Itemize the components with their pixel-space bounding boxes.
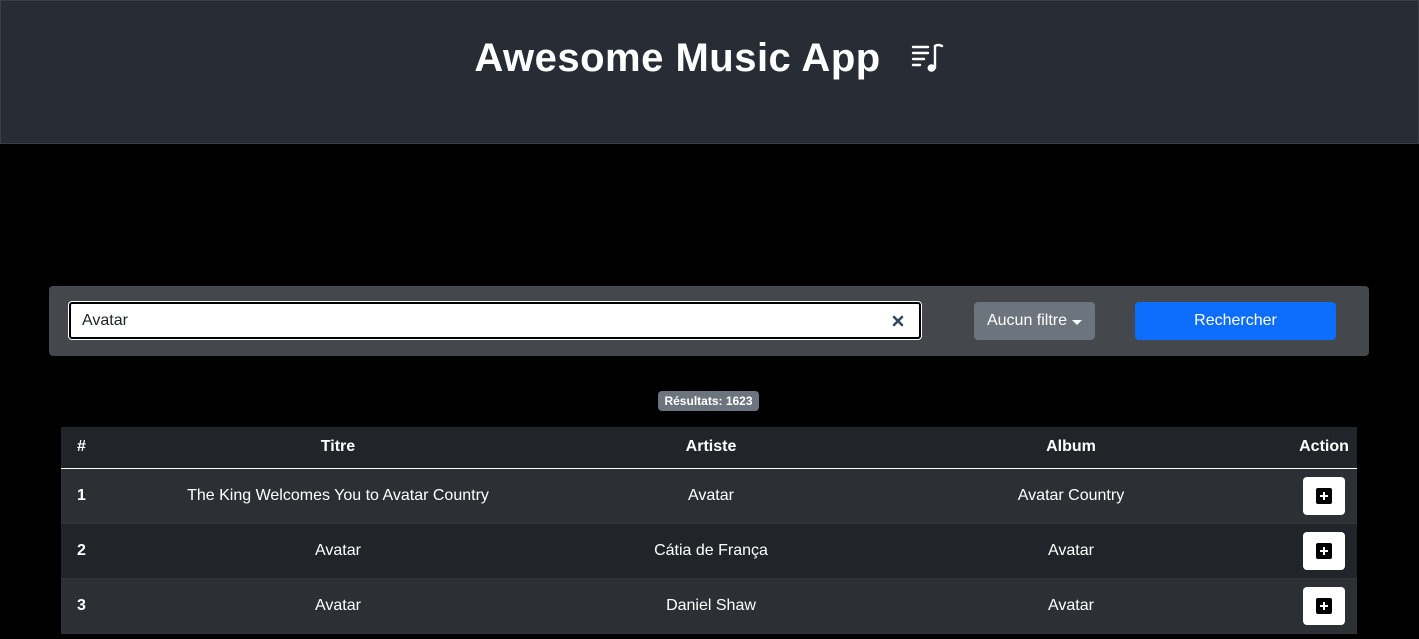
add-track-button[interactable] bbox=[1303, 476, 1345, 515]
search-box bbox=[69, 302, 921, 339]
filter-dropdown-button[interactable]: Aucun filtre bbox=[974, 302, 1095, 340]
track-artist: Avatar bbox=[571, 468, 851, 524]
table-header-row: # Titre Artiste Album Action bbox=[61, 427, 1357, 469]
column-header-artist: Artiste bbox=[571, 427, 851, 469]
row-number: 1 bbox=[61, 468, 105, 524]
row-number: 3 bbox=[61, 578, 105, 634]
plus-square-icon bbox=[1316, 597, 1332, 614]
row-number: 2 bbox=[61, 523, 105, 579]
track-album: Avatar bbox=[851, 523, 1291, 579]
caret-down-icon bbox=[1072, 319, 1083, 325]
music-playlist-icon bbox=[911, 42, 945, 74]
plus-square-icon bbox=[1316, 542, 1332, 559]
column-header-number: # bbox=[61, 427, 105, 469]
search-panel: Aucun filtre Rechercher bbox=[49, 286, 1369, 356]
add-track-button[interactable] bbox=[1303, 586, 1345, 625]
table-row: 1 The King Welcomes You to Avatar Countr… bbox=[61, 468, 1357, 524]
app-header: Awesome Music App bbox=[0, 0, 1419, 144]
row-action-cell bbox=[1291, 578, 1357, 634]
track-artist: Cátia de França bbox=[571, 523, 851, 579]
row-action-cell bbox=[1291, 523, 1357, 579]
add-track-button[interactable] bbox=[1303, 531, 1345, 570]
plus-square-icon bbox=[1316, 487, 1332, 504]
table-row: 3 Avatar Daniel Shaw Avatar bbox=[61, 578, 1357, 634]
search-input[interactable] bbox=[71, 304, 883, 337]
column-header-title: Titre bbox=[105, 427, 571, 469]
results-table: # Titre Artiste Album Action 1 The King … bbox=[61, 427, 1357, 634]
column-header-album: Album bbox=[851, 427, 1291, 469]
track-album: Avatar Country bbox=[851, 468, 1291, 524]
track-album: Avatar bbox=[851, 578, 1291, 634]
close-icon[interactable] bbox=[883, 306, 913, 336]
track-title: The King Welcomes You to Avatar Country bbox=[105, 468, 571, 524]
search-button[interactable]: Rechercher bbox=[1135, 302, 1336, 340]
app-title: Awesome Music App bbox=[474, 35, 881, 80]
column-header-action: Action bbox=[1291, 427, 1357, 469]
row-action-cell bbox=[1291, 468, 1357, 524]
table-row: 2 Avatar Cátia de França Avatar bbox=[61, 523, 1357, 579]
track-title: Avatar bbox=[105, 523, 571, 579]
track-title: Avatar bbox=[105, 578, 571, 634]
results-count-badge: Résultats: 1623 bbox=[658, 391, 759, 411]
filter-dropdown-label: Aucun filtre bbox=[986, 312, 1068, 329]
track-artist: Daniel Shaw bbox=[571, 578, 851, 634]
